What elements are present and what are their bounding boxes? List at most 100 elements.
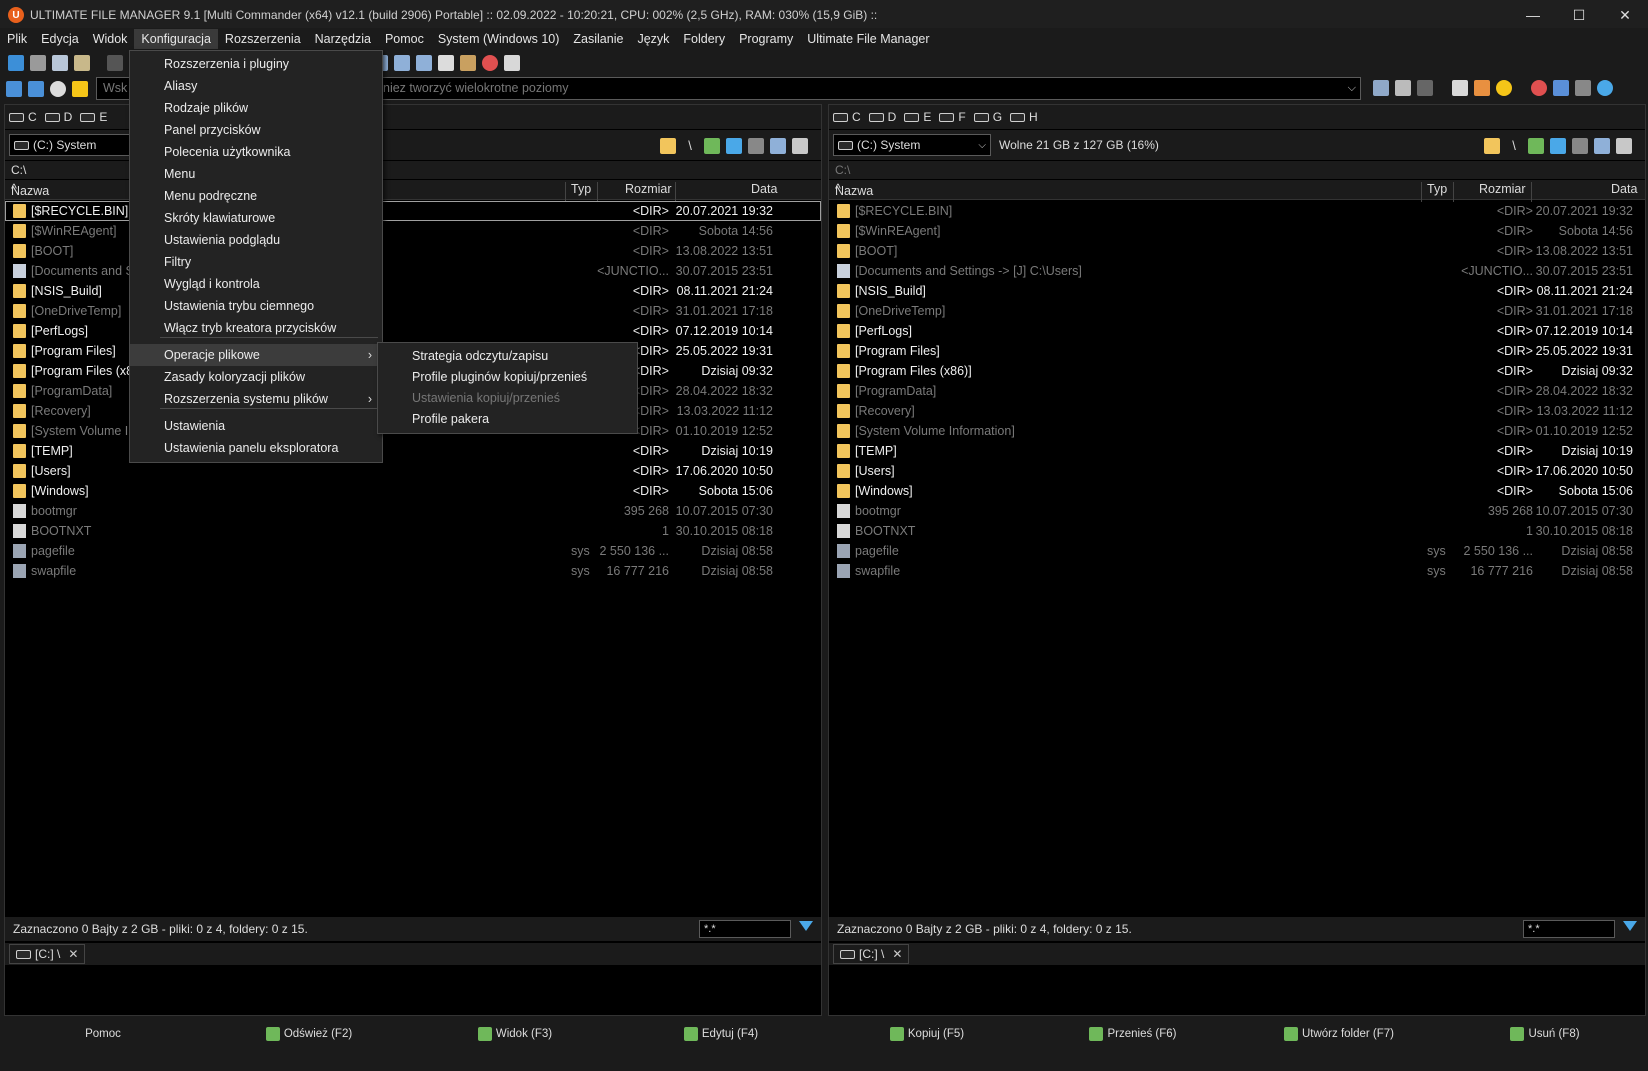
menu-pomoc[interactable]: Pomoc bbox=[378, 29, 431, 49]
refresh-panel-icon[interactable] bbox=[1550, 138, 1566, 154]
file-row[interactable]: swapfile sys 16 777 216 Dzisiaj 08:58 bbox=[5, 561, 821, 581]
file-row[interactable]: BOOTNXT 1 30.10.2015 08:18 bbox=[829, 521, 1645, 541]
document-icon-3[interactable] bbox=[416, 55, 432, 71]
file-row[interactable]: [Users] <DIR> 17.06.2020 10:50 bbox=[829, 461, 1645, 481]
refresh-icon[interactable] bbox=[8, 55, 24, 71]
drive-button-d[interactable]: D bbox=[44, 110, 72, 124]
menu-item-zasady-koloryzacji-plik-w[interactable]: Zasady koloryzacji plików bbox=[130, 366, 382, 388]
close-button[interactable]: ✕ bbox=[1602, 0, 1648, 30]
help-icon[interactable] bbox=[1553, 80, 1569, 96]
file-row[interactable]: [OneDriveTemp] <DIR> 31.01.2021 17:18 bbox=[829, 301, 1645, 321]
menu-item-rozszerzenia-systemu-plik-w[interactable]: Rozszerzenia systemu plików › bbox=[130, 388, 382, 410]
file-row[interactable]: [PerfLogs] <DIR> 07.12.2019 10:14 bbox=[5, 321, 821, 341]
calculator-icon[interactable] bbox=[1395, 80, 1411, 96]
swap-icon[interactable] bbox=[792, 138, 808, 154]
file-row[interactable]: [$WinREAgent] <DIR> Sobota 14:56 bbox=[5, 221, 821, 241]
notes-icon[interactable] bbox=[438, 55, 454, 71]
tab-drive-c[interactable]: [C:] \ ✕ bbox=[833, 944, 910, 964]
drive-button-f[interactable]: F bbox=[939, 110, 966, 124]
menu-plik[interactable]: Plik bbox=[0, 29, 34, 49]
file-row[interactable]: [BOOT] <DIR> 13.08.2022 13:51 bbox=[5, 241, 821, 261]
panel-icon[interactable] bbox=[1373, 80, 1389, 96]
menu-item-menu[interactable]: Menu bbox=[130, 163, 382, 185]
submenu-item-profile-pakera[interactable]: Profile pakera bbox=[378, 408, 637, 430]
file-row[interactable]: bootmgr 395 268 10.07.2015 07:30 bbox=[5, 501, 821, 521]
menu-item-menu-podr-czne[interactable]: Menu podręczne bbox=[130, 185, 382, 207]
drive-button-d[interactable]: D bbox=[868, 110, 896, 124]
terminal-icon[interactable] bbox=[1417, 80, 1433, 96]
column-date[interactable]: Data bbox=[751, 182, 777, 196]
filter-input[interactable]: *.* bbox=[1523, 920, 1615, 938]
tools-icon[interactable] bbox=[1572, 138, 1588, 154]
drive-button-c[interactable]: C bbox=[833, 110, 861, 124]
menu-item-operacje-plikowe[interactable]: Operacje plikowe › bbox=[130, 344, 382, 366]
menu-item-ustawienia-trybu-ciemnego[interactable]: Ustawienia trybu ciemnego bbox=[130, 295, 382, 317]
column-name[interactable]: Nazwa ^ bbox=[835, 182, 873, 198]
refresh-panel-icon[interactable] bbox=[726, 138, 742, 154]
menu-item-ustawienia-panelu-eksploratora[interactable]: Ustawienia panelu eksploratora bbox=[130, 437, 382, 459]
menu-item-ustawienia-podgl-du[interactable]: Ustawienia podglądu bbox=[130, 229, 382, 251]
close-icon[interactable]: ✕ bbox=[892, 947, 902, 961]
back-icon[interactable] bbox=[6, 81, 22, 97]
file-row[interactable]: [Program Files (x86)] <DIR> Dzisiaj 09:32 bbox=[829, 361, 1645, 381]
drive-button-c[interactable]: C bbox=[9, 110, 37, 124]
column-type[interactable]: Typ bbox=[1427, 182, 1447, 196]
menu-foldery[interactable]: Foldery bbox=[676, 29, 732, 49]
root-icon[interactable]: \ bbox=[1506, 138, 1522, 154]
column-name[interactable]: Nazwa ^ bbox=[11, 182, 49, 198]
file-row[interactable]: [Documents and S <JUNCTIO... 30.07.2015 23… bbox=[5, 261, 821, 281]
folder-tree-icon[interactable] bbox=[660, 138, 676, 154]
file-row[interactable]: [$RECYCLE.BIN] <DIR> 20.07.2021 19:32 bbox=[5, 201, 821, 221]
chevron-down-icon[interactable]: ⌵ bbox=[1348, 78, 1356, 99]
copy-icon[interactable] bbox=[52, 55, 68, 71]
menu-item-panel-przycisk-w[interactable]: Panel przycisków bbox=[130, 119, 382, 141]
file-row[interactable]: bootmgr 395 268 10.07.2015 07:30 bbox=[829, 501, 1645, 521]
view-icon[interactable] bbox=[770, 138, 786, 154]
menu-edycja[interactable]: Edycja bbox=[34, 29, 86, 49]
fn-button-usu-f8[interactable]: Usuń (F8) bbox=[1442, 1027, 1648, 1041]
fn-button-od-wie-f2[interactable]: Odśwież (F2) bbox=[206, 1027, 412, 1041]
file-row[interactable]: [Program Files] <DIR> 25.05.2022 19:31 bbox=[829, 341, 1645, 361]
menu-item-filtry[interactable]: Filtry bbox=[130, 251, 382, 273]
file-row[interactable]: [Documents and Settings -> [J] C:\Users]… bbox=[829, 261, 1645, 281]
menu-konfiguracja[interactable]: Konfiguracja bbox=[134, 29, 218, 49]
select-icon[interactable] bbox=[107, 55, 123, 71]
column-size[interactable]: Rozmiar bbox=[1479, 182, 1526, 196]
file-row[interactable]: [OneDriveTemp] <DIR> 31.01.2021 17:18 bbox=[5, 301, 821, 321]
menu-programy[interactable]: Programy bbox=[732, 29, 800, 49]
up-folder-icon[interactable] bbox=[704, 138, 720, 154]
column-type[interactable]: Typ bbox=[571, 182, 591, 196]
fn-button-kopiuj-f5[interactable]: Kopiuj (F5) bbox=[824, 1027, 1030, 1041]
menu-item-ustawienia[interactable]: Ustawienia bbox=[130, 415, 382, 437]
up-folder-icon[interactable] bbox=[1528, 138, 1544, 154]
file-row[interactable]: [NSIS_Build] <DIR> 08.11.2021 21:24 bbox=[829, 281, 1645, 301]
document-icon-2[interactable] bbox=[394, 55, 410, 71]
file-row[interactable]: [System Volume Information] <DIR> 01.10.20… bbox=[829, 421, 1645, 441]
column-size[interactable]: Rozmiar bbox=[625, 182, 672, 196]
fn-button-widok-f3[interactable]: Widok (F3) bbox=[412, 1027, 618, 1041]
tab-drive-c[interactable]: [C:] \ ✕ bbox=[9, 944, 86, 964]
cut-icon[interactable] bbox=[30, 55, 46, 71]
menu-narz-dzia[interactable]: Narzędzia bbox=[308, 29, 378, 49]
maximize-button[interactable]: ☐ bbox=[1556, 0, 1602, 30]
file-row[interactable]: [Windows] <DIR> Sobota 15:06 bbox=[5, 481, 821, 501]
settings-icon[interactable] bbox=[1531, 80, 1547, 96]
file-row[interactable]: [Recovery] <DIR> 13.03.2022 11:12 bbox=[829, 401, 1645, 421]
file-row[interactable]: swapfile sys 16 777 216 Dzisiaj 08:58 bbox=[829, 561, 1645, 581]
view-icon[interactable] bbox=[1594, 138, 1610, 154]
transfer-icon[interactable] bbox=[1474, 80, 1490, 96]
fn-button-edytuj-f4[interactable]: Edytuj (F4) bbox=[618, 1027, 824, 1041]
drive-select[interactable]: (C:) System ⌵ bbox=[833, 134, 991, 156]
drive-button-g[interactable]: G bbox=[973, 110, 1002, 124]
file-row[interactable]: [TEMP] <DIR> Dzisiaj 10:19 bbox=[829, 441, 1645, 461]
swap-icon[interactable] bbox=[1616, 138, 1632, 154]
sync-icon[interactable] bbox=[1597, 80, 1613, 96]
filter-icon[interactable] bbox=[1623, 921, 1637, 931]
menu-system-windows-10[interactable]: System (Windows 10) bbox=[431, 29, 567, 49]
fn-button-pomoc[interactable]: Pomoc bbox=[0, 1028, 206, 1040]
drive-button-e[interactable]: E bbox=[80, 110, 107, 124]
warning-icon[interactable] bbox=[1496, 80, 1512, 96]
close-icon[interactable]: ✕ bbox=[68, 947, 78, 961]
menu-j-zyk[interactable]: Język bbox=[630, 29, 676, 49]
drive-button-h[interactable]: H bbox=[1010, 110, 1038, 124]
